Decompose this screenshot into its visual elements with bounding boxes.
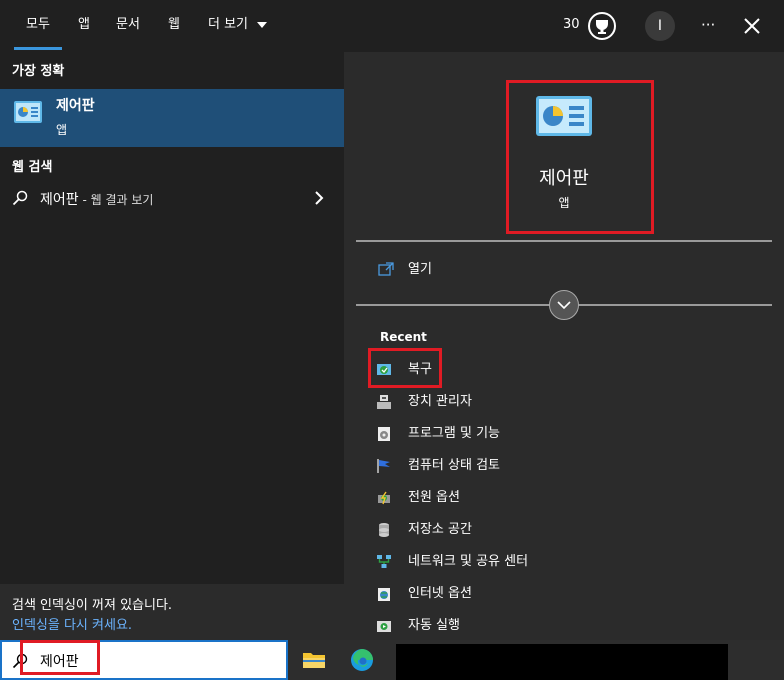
best-match-item[interactable]: 제어판 앱 [0,89,344,147]
indexing-notice: 검색 인덱싱이 꺼져 있습니다. 인덱싱을 다시 켜세요. [0,584,344,640]
best-match-heading: 가장 정확 [12,64,65,79]
profile-avatar[interactable]: I [645,11,675,41]
autoplay-icon [377,621,391,632]
internet-options-icon [378,588,390,601]
open-icon [378,262,394,276]
chevron-down-icon [257,21,268,28]
power-options-icon [378,491,390,505]
divider [356,240,772,242]
control-panel-large-icon [536,96,592,136]
control-panel-icon [14,101,42,123]
preview-app-type: 앱 [558,196,570,210]
tab-more-label: 더 보기 [208,17,249,32]
web-search-query: 제어판 [40,192,79,208]
recent-item-label: 저장소 공간 [408,522,472,537]
recovery-icon [377,364,391,375]
search-filter-bar: 모두 앱 문서 웹 더 보기 30 I ··· [0,0,784,52]
web-search-heading: 웹 검색 [12,160,53,175]
recent-item-label: 자동 실행 [408,618,460,633]
search-input[interactable]: 제어판 [40,651,79,671]
search-icon [12,653,28,669]
recent-item-label: 인터넷 옵션 [408,586,472,601]
expand-button[interactable] [549,290,579,320]
network-icon [377,555,391,568]
taskbar-search-box[interactable]: 제어판 [0,640,288,680]
recent-item-label: 전원 옵션 [408,490,460,505]
recent-item-label: 복구 [408,362,432,377]
taskbar-apps-region [396,644,728,680]
file-explorer-button[interactable] [300,646,328,674]
chevron-right-icon [315,191,324,205]
close-icon [744,18,760,34]
chevron-down-icon [557,301,571,310]
rewards-trophy-icon [588,12,616,40]
recent-heading: Recent [380,330,427,344]
flag-icon [377,459,390,473]
web-search-suffix: - 웹 결과 보기 [78,193,154,207]
tab-documents[interactable]: 문서 [116,0,140,52]
recent-item-label: 네트워크 및 공유 센터 [408,554,529,569]
device-manager-icon [377,395,391,409]
preview-pane: 제어판 앱 열기 Recent 복구 장치 관리자 프로그램 및 기능 컴퓨터 … [344,52,784,640]
best-match-subtitle: 앱 [56,123,68,137]
taskbar: 제어판 [0,640,784,680]
rewards-points: 30 [563,17,580,32]
programs-features-icon [378,427,390,441]
edge-browser-button[interactable] [348,646,376,674]
results-pane: 가장 정확 제어판 앱 웹 검색 제어판 - 웹 결과 보기 검색 인덱싱이 꺼… [0,52,344,640]
preview-app-title: 제어판 [539,168,589,189]
storage-spaces-icon [379,523,389,537]
edge-icon [351,649,373,671]
recent-item-label: 프로그램 및 기능 [408,426,500,441]
tab-more[interactable]: 더 보기 [208,0,268,52]
tab-web[interactable]: 웹 [168,0,180,52]
rewards-button[interactable] [587,11,617,41]
search-icon [12,190,28,206]
recent-item-label: 컴퓨터 상태 검토 [408,458,500,473]
tab-apps[interactable]: 앱 [78,0,90,52]
indexing-enable-link[interactable]: 인덱싱을 다시 켜세요. [12,614,132,633]
open-label: 열기 [408,262,432,277]
folder-icon [303,653,325,668]
more-options-button[interactable]: ··· [701,0,715,52]
recent-item-label: 장치 관리자 [408,394,472,409]
indexing-notice-text: 검색 인덱싱이 꺼져 있습니다. [12,598,173,613]
close-button[interactable] [742,16,762,36]
web-search-item[interactable]: 제어판 - 웹 결과 보기 [0,182,344,214]
best-match-title: 제어판 [56,98,95,114]
tab-all[interactable]: 모두 [14,0,62,52]
